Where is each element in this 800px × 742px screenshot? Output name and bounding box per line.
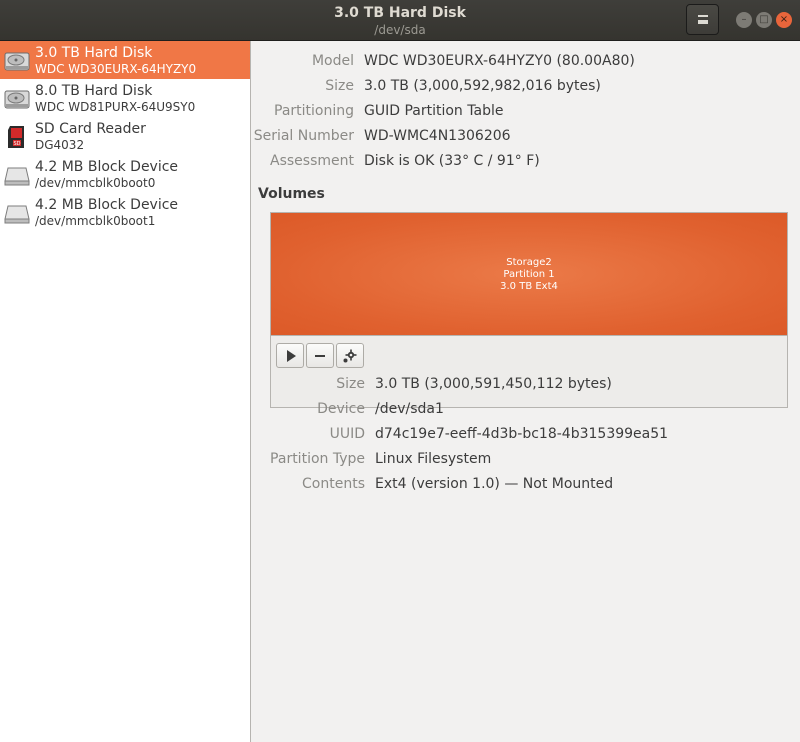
- close-button[interactable]: ×: [776, 12, 792, 28]
- device-item-sd-card-reader[interactable]: SD SD Card Reader DG4032: [0, 117, 250, 155]
- maximize-icon: □: [759, 14, 769, 25]
- sd-card-icon: SD: [8, 126, 24, 148]
- maximize-button[interactable]: □: [756, 12, 772, 28]
- device-name: 8.0 TB Hard Disk: [35, 83, 153, 99]
- device-list: 3.0 TB Hard Disk WDC WD30EURX-64HYZY0 8.…: [0, 41, 251, 742]
- partition-settings-button[interactable]: [336, 343, 364, 368]
- window-title: 3.0 TB Hard Disk: [334, 5, 466, 21]
- play-icon: [286, 349, 296, 362]
- disk-details-panel: Model WDC WD30EURX-64HYZY0 (80.00A80) Si…: [252, 41, 800, 742]
- assessment-label: Assessment: [270, 153, 354, 169]
- sd-label: SD: [13, 141, 20, 147]
- device-subtitle: /dev/mmcblk0boot1: [35, 214, 156, 228]
- minus-icon: [315, 354, 325, 357]
- mount-button[interactable]: [276, 343, 304, 368]
- device-item-block-device-boot0[interactable]: 4.2 MB Block Device /dev/mmcblk0boot0: [0, 155, 250, 193]
- serial-number-value: WD-WMC4N1306206: [364, 128, 511, 144]
- volume-toolbar: [271, 335, 787, 407]
- window-subtitle: /dev/sda: [374, 23, 426, 37]
- block-device-icon: [4, 205, 30, 224]
- minimize-button[interactable]: –: [736, 12, 752, 28]
- partition-volume-name: Storage2: [506, 257, 552, 268]
- device-name: 4.2 MB Block Device: [35, 159, 179, 175]
- gear-icon: [343, 349, 357, 362]
- header-bar: 3.0 TB Hard Disk /dev/sda – □ ×: [0, 0, 800, 41]
- delete-partition-button[interactable]: [306, 343, 334, 368]
- hard-disk-icon: [4, 90, 30, 109]
- contents-label: Contents: [302, 476, 365, 492]
- partitioning-value: GUID Partition Table: [364, 103, 504, 119]
- volumes-heading: Volumes: [258, 186, 325, 202]
- device-name: 4.2 MB Block Device: [35, 197, 179, 213]
- model-value: WDC WD30EURX-64HYZY0 (80.00A80): [364, 53, 635, 69]
- device-subtitle: DG4032: [35, 138, 85, 152]
- close-icon: ×: [779, 14, 789, 25]
- minimize-icon: –: [741, 14, 747, 25]
- menu-button[interactable]: [686, 4, 719, 35]
- contents-value: Ext4 (version 1.0) — Not Mounted: [375, 476, 614, 492]
- device-item-8tb-disk[interactable]: 8.0 TB Hard Disk WDC WD81PURX-64U9SY0: [0, 79, 250, 117]
- partition-type-value: Linux Filesystem: [375, 451, 492, 467]
- size-value: 3.0 TB (3,000,592,982,016 bytes): [364, 78, 601, 94]
- device-item-block-device-boot1[interactable]: 4.2 MB Block Device /dev/mmcblk0boot1: [0, 193, 250, 231]
- block-device-icon: [4, 167, 30, 186]
- hamburger-icon: [697, 15, 708, 24]
- assessment-value: Disk is OK (33° C / 91° F): [364, 153, 540, 169]
- partition-number: Partition 1: [503, 269, 555, 280]
- device-name: 3.0 TB Hard Disk: [35, 45, 153, 61]
- uuid-value: d74c19e7-eeff-4d3b-bc18-4b315399ea51: [375, 426, 669, 442]
- partitioning-label: Partitioning: [274, 103, 354, 119]
- model-label: Model: [311, 53, 354, 69]
- partition-size-type: 3.0 TB Ext4: [500, 281, 558, 292]
- uuid-label: UUID: [329, 426, 365, 442]
- device-label: Device: [317, 401, 365, 417]
- size-label: Size: [325, 78, 354, 94]
- device-subtitle: WDC WD30EURX-64HYZY0: [35, 62, 197, 76]
- serial-number-label: Serial Number: [253, 128, 354, 144]
- partition-size-label: Size: [336, 376, 365, 392]
- partition-type-label: Partition Type: [270, 451, 365, 467]
- device-name: SD Card Reader: [35, 121, 146, 137]
- partition-size-value: 3.0 TB (3,000,591,450,112 bytes): [375, 376, 612, 392]
- device-subtitle: WDC WD81PURX-64U9SY0: [35, 100, 196, 114]
- partition-block[interactable]: Storage2 Partition 1 3.0 TB Ext4: [271, 213, 787, 335]
- device-value: /dev/sda1: [375, 401, 444, 417]
- device-item-3tb-disk[interactable]: 3.0 TB Hard Disk WDC WD30EURX-64HYZY0: [0, 41, 250, 79]
- hard-disk-icon: [4, 52, 30, 71]
- device-subtitle: /dev/mmcblk0boot0: [35, 176, 156, 190]
